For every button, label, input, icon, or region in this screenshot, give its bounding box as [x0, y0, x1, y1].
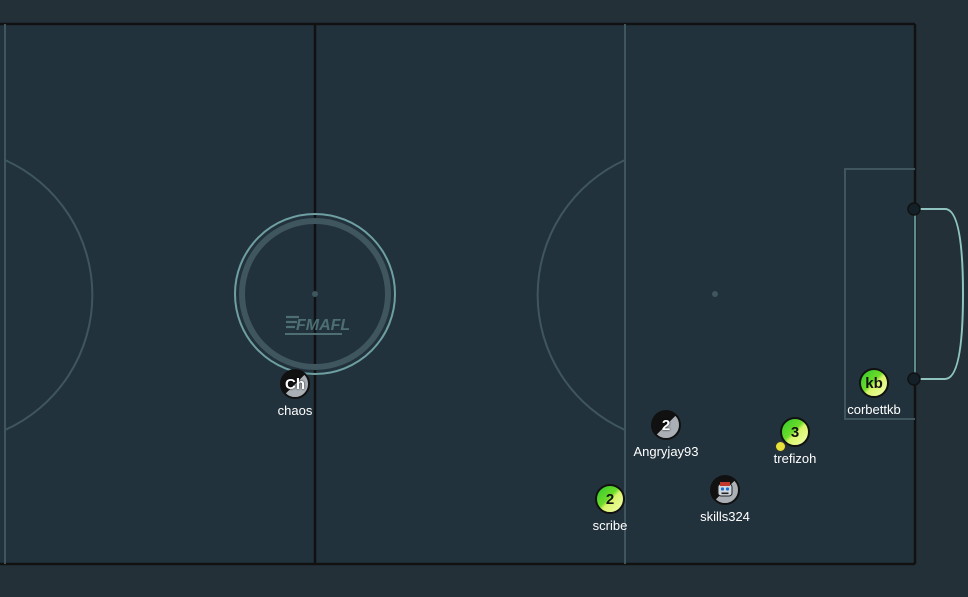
player-name: skills324: [700, 509, 750, 524]
logo-text: FMAFL: [296, 317, 350, 334]
ball: [775, 441, 786, 452]
player-name: Angryjay93: [633, 444, 699, 459]
goal-post-bottom: [907, 372, 921, 386]
player-avatar: Ch: [285, 375, 305, 393]
player-avatar: 2: [661, 416, 671, 434]
robot-face-icon: [717, 482, 733, 497]
player-disc[interactable]: 2: [595, 484, 625, 514]
player-avatar: 3: [790, 423, 800, 441]
player-name: trefizoh: [773, 451, 817, 466]
player-name: chaos: [277, 403, 313, 418]
field-area: [0, 24, 915, 564]
player-name: scribe: [592, 518, 628, 533]
player-avatar: kb: [865, 374, 883, 392]
center-spot: [312, 291, 318, 297]
player-disc[interactable]: 2: [651, 410, 681, 440]
player-avatar: 2: [605, 490, 615, 508]
player-disc[interactable]: kb: [859, 368, 889, 398]
player-disc[interactable]: Ch: [280, 369, 310, 399]
goal-post-top: [907, 202, 921, 216]
goal-net: [915, 208, 965, 380]
player-name: corbettkb: [847, 402, 901, 417]
player-disc[interactable]: [710, 475, 740, 505]
right-spot: [712, 291, 718, 297]
soccer-pitch: FMAFL: [0, 22, 965, 566]
